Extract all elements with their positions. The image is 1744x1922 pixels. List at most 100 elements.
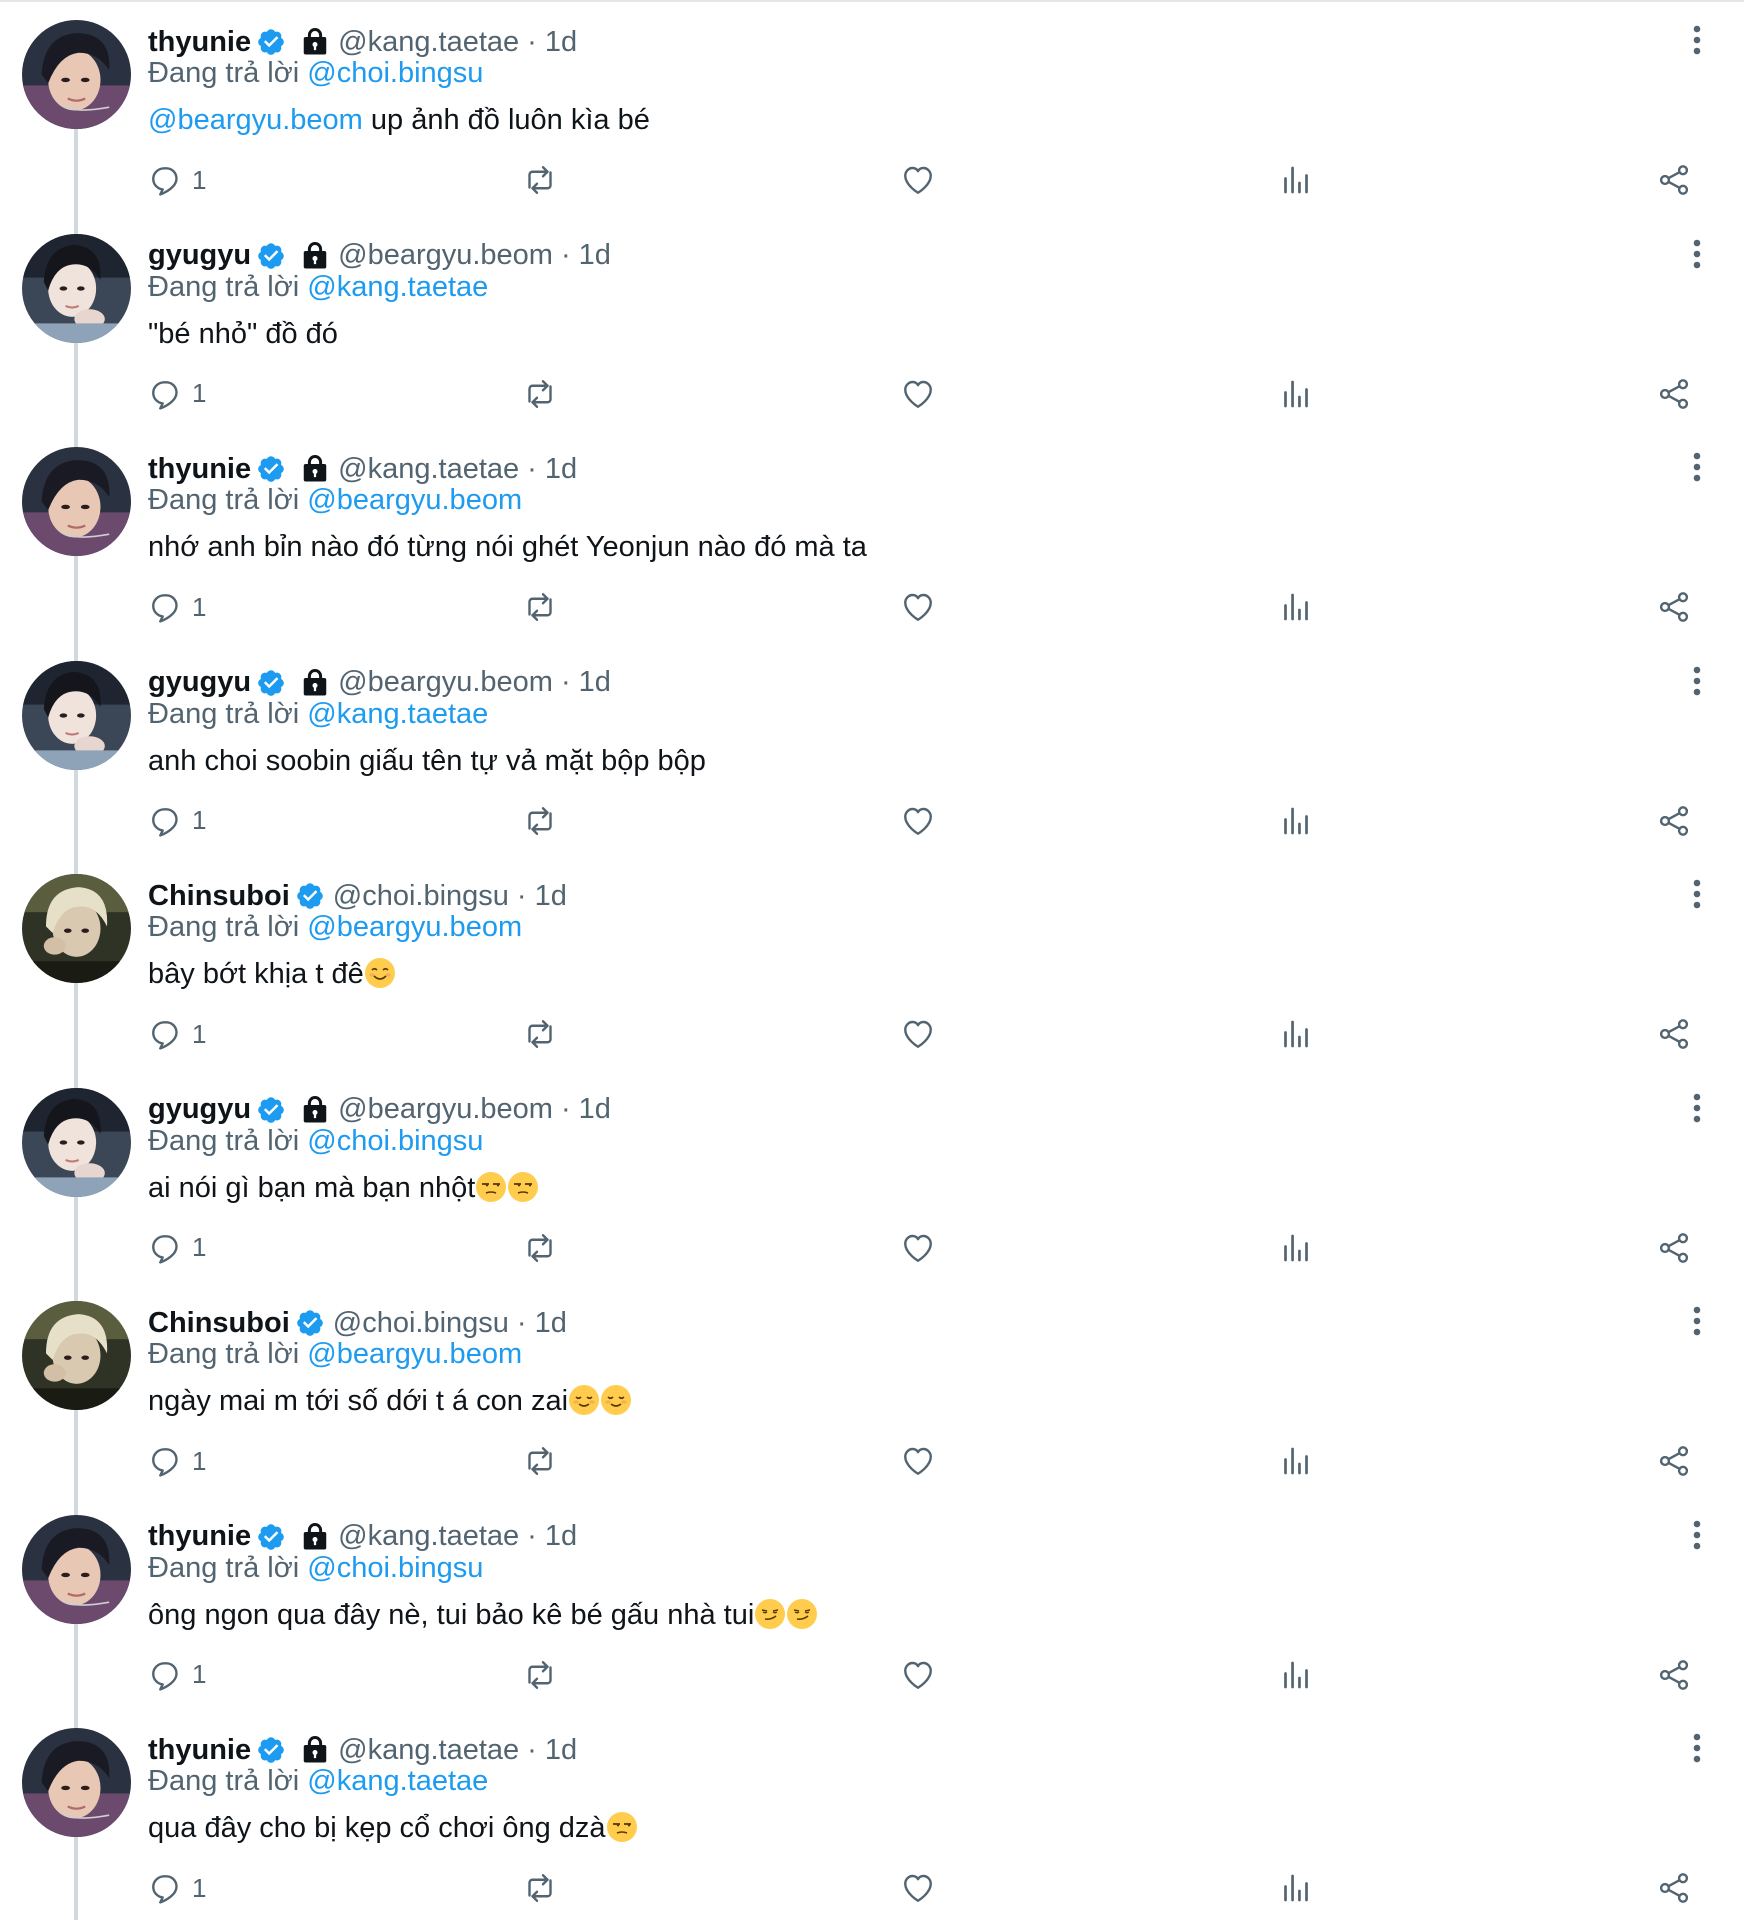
retweet-button[interactable] [522,1868,558,1908]
views-button[interactable] [1278,1014,1314,1054]
user-handle[interactable]: @beargyu.beom [338,1093,553,1126]
thyunie-avatar[interactable] [22,1514,131,1624]
retweet-button[interactable] [522,374,558,414]
tweet-6[interactable]: gyugyu @beargyu.beom · 1d Đang trả lời @… [0,1068,1744,1282]
user-handle[interactable]: @choi.bingsu [333,880,509,913]
replying-to-mention[interactable]: @choi.bingsu [307,1552,483,1584]
retweet-button[interactable] [522,1441,558,1481]
like-button[interactable] [900,1441,936,1481]
more-options-icon[interactable] [1682,1730,1712,1766]
display-name[interactable]: thyunie [148,1734,251,1767]
like-button[interactable] [900,374,936,414]
like-button[interactable] [900,1655,936,1695]
retweet-button[interactable] [522,1228,558,1268]
tweet-7[interactable]: Chinsuboi @choi.bingsu · 1d Đang trả lời… [0,1281,1744,1495]
share-button[interactable] [1656,160,1692,200]
more-options-icon[interactable] [1682,663,1712,699]
more-options-icon[interactable] [1682,449,1712,485]
reply-button[interactable]: 1 [148,1655,206,1695]
replying-to-mention[interactable]: @kang.taetae [307,698,488,730]
share-button[interactable] [1656,1014,1692,1054]
thyunie-avatar[interactable] [22,20,131,129]
views-button[interactable] [1278,160,1314,200]
reply-button[interactable]: 1 [148,1228,206,1268]
share-button[interactable] [1656,374,1692,414]
timestamp[interactable]: 1d [579,1093,611,1126]
tweet-2[interactable]: gyugyu @beargyu.beom · 1d Đang trả lời @… [0,214,1744,428]
thyunie-avatar[interactable] [22,447,131,556]
like-button[interactable] [900,801,936,841]
tweet-4[interactable]: gyugyu @beargyu.beom · 1d Đang trả lời @… [0,641,1744,855]
tweet-9[interactable]: thyunie @kang.taetae · 1d Đang trả lời @… [0,1708,1744,1922]
like-button[interactable] [900,1228,936,1268]
views-button[interactable] [1278,587,1314,627]
display-name[interactable]: gyugyu [148,239,251,272]
user-handle[interactable]: @kang.taetae [338,453,519,486]
retweet-button[interactable] [522,160,558,200]
timestamp[interactable]: 1d [545,1734,577,1767]
user-handle[interactable]: @kang.taetae [338,26,519,59]
views-button[interactable] [1278,1655,1314,1695]
reply-button[interactable]: 1 [148,587,206,627]
display-name[interactable]: Chinsuboi [148,1307,290,1340]
retweet-button[interactable] [522,587,558,627]
more-options-icon[interactable] [1682,1090,1712,1126]
replying-to-mention[interactable]: @choi.bingsu [307,57,483,89]
like-button[interactable] [900,160,936,200]
tweet-1[interactable]: thyunie @kang.taetae · 1d Đang trả lời @… [0,0,1744,214]
user-handle[interactable]: @choi.bingsu [333,1307,509,1340]
user-handle[interactable]: @kang.taetae [338,1734,519,1767]
replying-to-mention[interactable]: @beargyu.beom [307,911,522,943]
user-handle[interactable]: @kang.taetae [338,1520,519,1553]
display-name[interactable]: Chinsuboi [148,880,290,913]
timestamp[interactable]: 1d [535,1307,567,1340]
reply-button[interactable]: 1 [148,160,206,200]
like-button[interactable] [900,587,936,627]
reply-button[interactable]: 1 [148,374,206,414]
timestamp[interactable]: 1d [535,880,567,913]
timestamp[interactable]: 1d [579,239,611,272]
replying-to-mention[interactable]: @kang.taetae [307,1765,488,1797]
timestamp[interactable]: 1d [579,666,611,699]
display-name[interactable]: gyugyu [148,1093,251,1126]
retweet-button[interactable] [522,1014,558,1054]
replying-to-mention[interactable]: @beargyu.beom [307,484,522,516]
share-button[interactable] [1656,801,1692,841]
gyugyu-avatar[interactable] [22,233,131,343]
retweet-button[interactable] [522,801,558,841]
gyugyu-avatar[interactable] [22,660,131,770]
more-options-icon[interactable] [1682,1517,1712,1553]
timestamp[interactable]: 1d [545,1520,577,1553]
replying-to-mention[interactable]: @kang.taetae [307,271,488,303]
reply-button[interactable]: 1 [148,801,206,841]
tweet-8[interactable]: thyunie @kang.taetae · 1d Đang trả lời @… [0,1495,1744,1709]
like-button[interactable] [900,1014,936,1054]
more-options-icon[interactable] [1682,236,1712,272]
replying-to-mention[interactable]: @beargyu.beom [307,1338,522,1370]
display-name[interactable]: thyunie [148,1520,251,1553]
tweet-5[interactable]: Chinsuboi @choi.bingsu · 1d Đang trả lời… [0,854,1744,1068]
replying-to-mention[interactable]: @choi.bingsu [307,1125,483,1157]
views-button[interactable] [1278,374,1314,414]
user-handle[interactable]: @beargyu.beom [338,666,553,699]
reply-button[interactable]: 1 [148,1014,206,1054]
timestamp[interactable]: 1d [545,453,577,486]
share-button[interactable] [1656,1441,1692,1481]
retweet-button[interactable] [522,1655,558,1695]
views-button[interactable] [1278,1868,1314,1908]
user-handle[interactable]: @beargyu.beom [338,239,553,272]
display-name[interactable]: gyugyu [148,666,251,699]
display-name[interactable]: thyunie [148,453,251,486]
reply-button[interactable]: 1 [148,1441,206,1481]
tweet-3[interactable]: thyunie @kang.taetae · 1d Đang trả lời @… [0,427,1744,641]
share-button[interactable] [1656,587,1692,627]
views-button[interactable] [1278,801,1314,841]
more-options-icon[interactable] [1682,22,1712,58]
views-button[interactable] [1278,1228,1314,1268]
thyunie-avatar[interactable] [22,1728,131,1837]
text-mention[interactable]: @beargyu.beom [148,104,363,136]
share-button[interactable] [1656,1228,1692,1268]
chinsuboi-avatar[interactable] [22,874,131,983]
more-options-icon[interactable] [1682,1303,1712,1339]
views-button[interactable] [1278,1441,1314,1481]
